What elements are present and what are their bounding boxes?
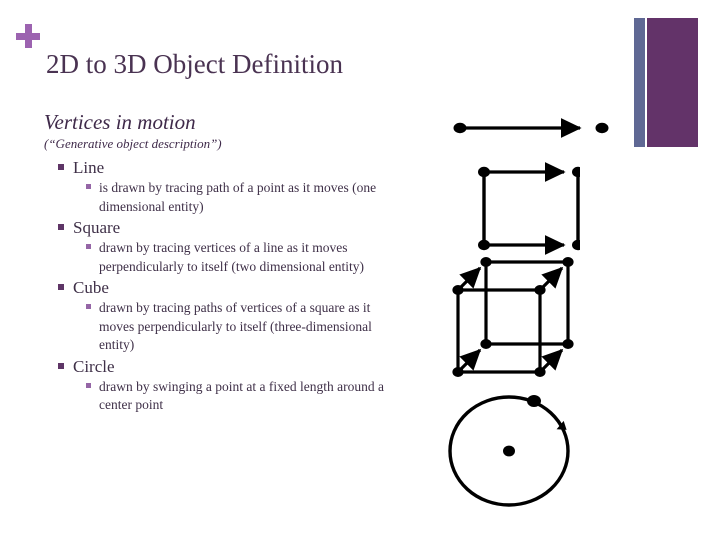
circle-diagram [440, 388, 580, 516]
bullet-line: Line [44, 156, 444, 179]
square-sub-bullet-icon [86, 184, 91, 189]
page-title: 2D to 3D Object Definition [46, 49, 343, 79]
bullet-label: Circle [73, 356, 115, 376]
sub-bullet-list: drawn by tracing paths of vertices of a … [44, 299, 444, 355]
bullet-square: Square [44, 216, 444, 239]
bullet-list: Line is drawn by tracing path of a point… [44, 156, 444, 415]
square-diagram [440, 158, 580, 262]
sub-bullet-list: is drawn by tracing path of a point as i… [44, 179, 444, 216]
cube-diagram [438, 248, 588, 384]
square-bullet-icon [58, 362, 64, 369]
list-item: Line is drawn by tracing path of a point… [44, 156, 444, 216]
square-sub-bullet-icon [86, 382, 91, 388]
list-item: Cube drawn by tracing paths of vertices … [44, 276, 444, 355]
square-sub-bullet-icon [86, 244, 91, 249]
sub-bullet-line: drawn by tracing paths of vertices of a … [44, 299, 444, 355]
plus-icon [16, 24, 42, 50]
sub-bullet-line: drawn by swinging a point at a fixed len… [44, 378, 444, 415]
sub-bullet-line: is drawn by tracing path of a point as i… [44, 179, 444, 216]
sub-bullet-list: drawn by swinging a point at a fixed len… [44, 378, 444, 415]
line-diagram [440, 110, 610, 146]
list-item: drawn by tracing paths of vertices of a … [44, 299, 444, 355]
sub-bullet-text: drawn by swinging a point at a fixed len… [99, 378, 384, 413]
list-item: Circle drawn by swinging a point at a fi… [44, 355, 444, 415]
bullet-circle: Circle [44, 355, 444, 378]
bullet-label: Square [73, 218, 121, 237]
sub-bullet-list: drawn by tracing vertices of a line as i… [44, 239, 444, 276]
sub-heading: (“Generative object description”) [44, 136, 222, 151]
square-bullet-icon [58, 224, 64, 230]
list-item: drawn by swinging a point at a fixed len… [44, 378, 444, 415]
slide-body: Vertices in motion (“Generative object d… [44, 110, 444, 415]
sub-bullet-text: is drawn by tracing path of a point as i… [99, 180, 377, 214]
bullet-label: Line [73, 158, 105, 177]
sub-bullet-text: drawn by tracing paths of vertices of a … [99, 300, 372, 352]
sub-bullet-line: drawn by tracing vertices of a line as i… [44, 239, 444, 276]
square-sub-bullet-icon [86, 304, 91, 309]
list-item: drawn by tracing vertices of a line as i… [44, 239, 444, 276]
plus-icon-vertical-stroke [25, 24, 32, 48]
square-bullet-icon [58, 164, 64, 170]
square-bullet-icon [58, 284, 64, 290]
list-item: Square drawn by tracing vertices of a li… [44, 216, 444, 276]
bullet-cube: Cube [44, 276, 444, 299]
figure-column [430, 100, 690, 520]
list-item: is drawn by tracing path of a point as i… [44, 179, 444, 216]
bullet-label: Cube [73, 278, 109, 297]
lead-heading: Vertices in motion [44, 110, 196, 134]
sub-bullet-text: drawn by tracing vertices of a line as i… [99, 240, 365, 274]
